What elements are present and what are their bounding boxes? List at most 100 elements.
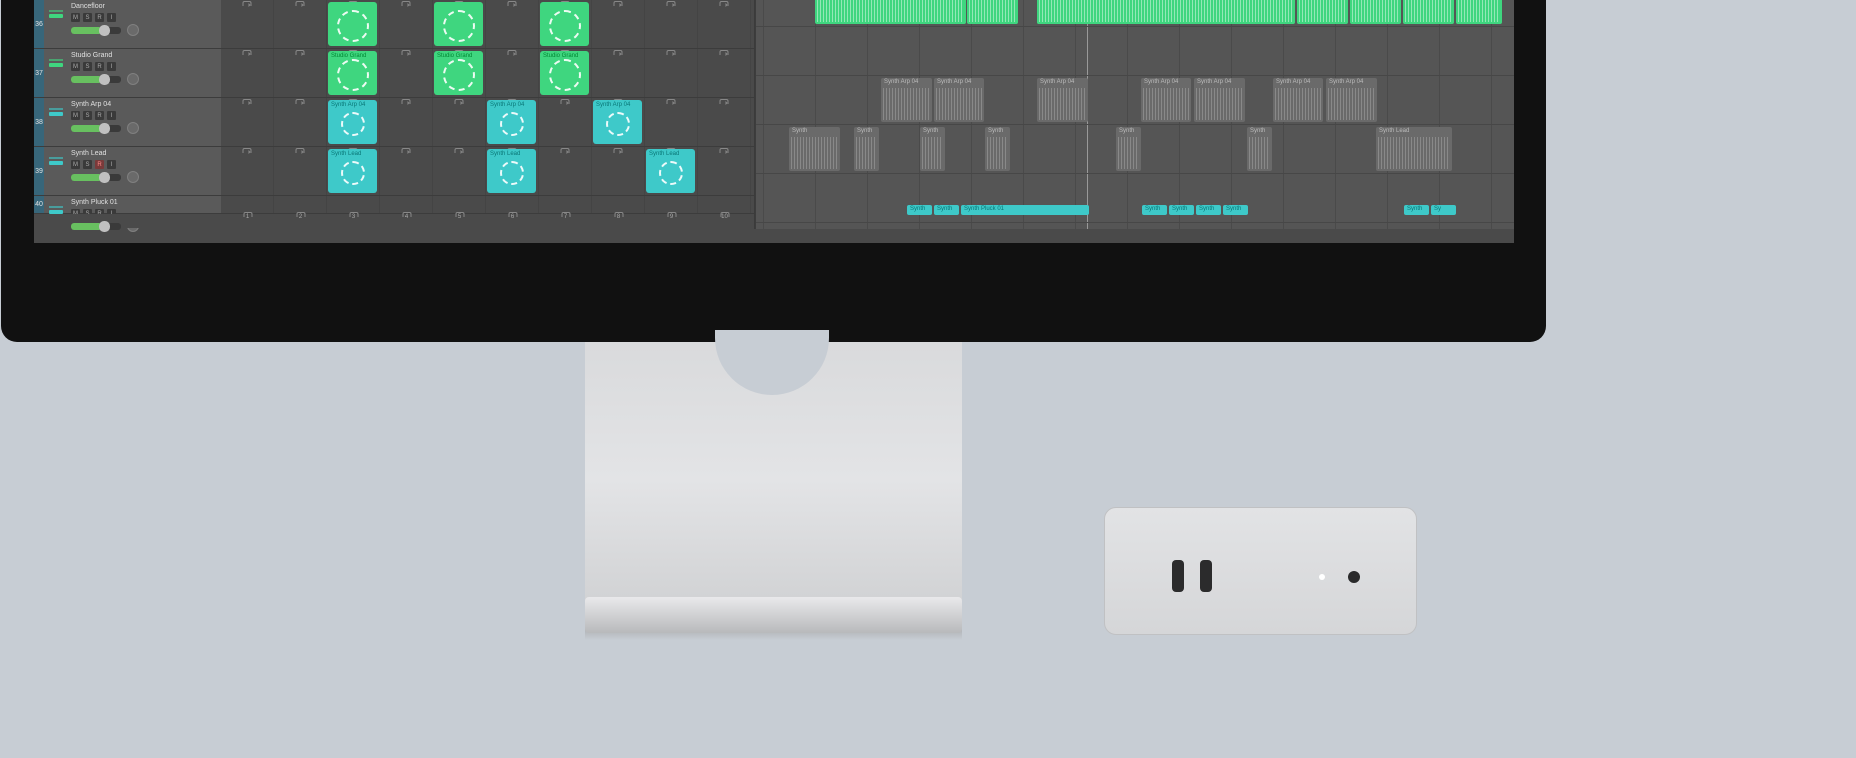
audio-clip[interactable] bbox=[1037, 0, 1295, 24]
audio-clip[interactable]: Synth bbox=[907, 205, 932, 215]
arrange-row[interactable] bbox=[756, 27, 1514, 76]
audio-clip[interactable]: Synth Arp 04 bbox=[1037, 78, 1088, 122]
timeline-cell[interactable] bbox=[274, 0, 327, 48]
loop-icon[interactable] bbox=[720, 1, 729, 6]
loop-icon[interactable] bbox=[243, 99, 252, 104]
ruler-number[interactable]: 4 bbox=[380, 214, 433, 228]
track-r-button[interactable]: R bbox=[95, 160, 104, 169]
ruler-number[interactable]: 1 bbox=[221, 214, 274, 228]
ruler-number[interactable]: 9 bbox=[645, 214, 698, 228]
track-s-button[interactable]: S bbox=[83, 62, 92, 71]
loop-icon[interactable] bbox=[667, 1, 676, 6]
timeline-cell[interactable] bbox=[380, 196, 433, 213]
ruler-number[interactable]: 6 bbox=[486, 214, 539, 228]
audio-clip[interactable]: Synth bbox=[920, 127, 945, 171]
audio-clip[interactable]: Synth Arp 04 bbox=[1326, 78, 1377, 122]
loop-icon[interactable] bbox=[614, 148, 623, 153]
loop-icon[interactable] bbox=[561, 148, 570, 153]
track-m-button[interactable]: M bbox=[71, 13, 80, 22]
timeline-cell[interactable] bbox=[380, 0, 433, 48]
track-i-button[interactable]: I bbox=[107, 160, 116, 169]
timeline-cell[interactable]: Studio Grand bbox=[433, 49, 486, 97]
audio-clip[interactable]: Synth bbox=[789, 127, 840, 171]
ruler-number[interactable]: 7 bbox=[539, 214, 592, 228]
loop-icon[interactable] bbox=[296, 50, 305, 55]
audio-clip[interactable]: Synth Pluck 01 bbox=[961, 205, 1089, 215]
timeline-cell[interactable] bbox=[592, 0, 645, 48]
ruler-number[interactable]: 8 bbox=[592, 214, 645, 228]
timeline-cell[interactable] bbox=[698, 0, 751, 48]
timeline-cell[interactable]: Synth Lead bbox=[645, 147, 698, 195]
timeline-cell[interactable]: Synth Arp 04 bbox=[592, 98, 645, 146]
timeline-cell[interactable] bbox=[698, 98, 751, 146]
track-r-button[interactable]: R bbox=[95, 62, 104, 71]
region-clip[interactable]: Synth Arp 04 bbox=[593, 100, 642, 144]
timeline-cell[interactable] bbox=[645, 49, 698, 97]
loop-icon[interactable] bbox=[402, 50, 411, 55]
timeline-cell[interactable] bbox=[274, 98, 327, 146]
timeline-cell[interactable] bbox=[539, 0, 592, 48]
audio-clip[interactable] bbox=[967, 0, 1018, 24]
timeline-cell[interactable] bbox=[433, 0, 486, 48]
region-clip[interactable]: Studio Grand bbox=[540, 51, 589, 95]
audio-clip[interactable]: Synth Arp 04 bbox=[1273, 78, 1323, 122]
volume-slider[interactable] bbox=[71, 125, 121, 132]
audio-clip[interactable] bbox=[1297, 0, 1348, 24]
region-clip[interactable]: Synth Lead bbox=[328, 149, 377, 193]
track-header[interactable]: Studio GrandMSRI bbox=[44, 49, 221, 97]
timeline-cell[interactable] bbox=[698, 49, 751, 97]
loop-icon[interactable] bbox=[508, 1, 517, 6]
audio-clip[interactable]: Synth Lead bbox=[1376, 127, 1452, 171]
loop-icon[interactable] bbox=[561, 99, 570, 104]
loop-icon[interactable] bbox=[402, 1, 411, 6]
timeline-cell[interactable] bbox=[486, 196, 539, 213]
loop-icon[interactable] bbox=[720, 99, 729, 104]
timeline-cell[interactable] bbox=[698, 196, 751, 213]
volume-slider[interactable] bbox=[71, 27, 121, 34]
timeline-cell[interactable] bbox=[433, 147, 486, 195]
volume-slider[interactable] bbox=[71, 76, 121, 83]
loop-icon[interactable] bbox=[720, 50, 729, 55]
pan-knob[interactable] bbox=[127, 122, 139, 134]
timeline-cell[interactable] bbox=[274, 49, 327, 97]
timeline-cell[interactable] bbox=[592, 49, 645, 97]
arrange-panel[interactable]: Synth Arp 04Synth Arp 04Synth Arp 04Synt… bbox=[756, 0, 1514, 229]
timeline-cell[interactable] bbox=[433, 98, 486, 146]
loop-icon[interactable] bbox=[455, 148, 464, 153]
timeline-cell[interactable] bbox=[327, 0, 380, 48]
loop-icon[interactable] bbox=[296, 148, 305, 153]
timeline-cell[interactable]: Synth Lead bbox=[327, 147, 380, 195]
volume-slider[interactable] bbox=[71, 223, 121, 230]
track-header[interactable]: Synth Arp 04MSRI bbox=[44, 98, 221, 146]
track-header[interactable]: Synth LeadMSRI bbox=[44, 147, 221, 195]
timeline-cell[interactable] bbox=[327, 196, 380, 213]
timeline-cell[interactable]: Synth Arp 04 bbox=[486, 98, 539, 146]
ruler-number[interactable]: 2 bbox=[274, 214, 327, 228]
pan-knob[interactable] bbox=[127, 171, 139, 183]
ruler-number[interactable]: 5 bbox=[433, 214, 486, 228]
audio-clip[interactable]: Synth bbox=[1142, 205, 1167, 215]
loop-icon[interactable] bbox=[243, 148, 252, 153]
timeline-cell[interactable] bbox=[274, 147, 327, 195]
loop-icon[interactable] bbox=[667, 99, 676, 104]
timeline-cell[interactable] bbox=[645, 98, 698, 146]
region-clip[interactable] bbox=[434, 2, 483, 46]
audio-clip[interactable] bbox=[815, 0, 966, 24]
timeline-cell[interactable] bbox=[380, 147, 433, 195]
loop-icon[interactable] bbox=[296, 99, 305, 104]
timeline-cell[interactable] bbox=[539, 98, 592, 146]
timeline-cell[interactable]: Synth Arp 04 bbox=[327, 98, 380, 146]
pan-knob[interactable] bbox=[127, 73, 139, 85]
track-i-button[interactable]: I bbox=[107, 62, 116, 71]
region-clip[interactable]: Studio Grand bbox=[328, 51, 377, 95]
audio-clip[interactable] bbox=[1403, 0, 1454, 24]
loop-icon[interactable] bbox=[508, 50, 517, 55]
region-clip[interactable] bbox=[540, 2, 589, 46]
region-clip[interactable]: Studio Grand bbox=[434, 51, 483, 95]
audio-clip[interactable]: Synth Arp 04 bbox=[881, 78, 932, 122]
timeline-cell[interactable] bbox=[433, 196, 486, 213]
region-clip[interactable]: Synth Arp 04 bbox=[328, 100, 377, 144]
loop-icon[interactable] bbox=[455, 99, 464, 104]
audio-clip[interactable] bbox=[1456, 0, 1502, 24]
timeline-cell[interactable] bbox=[645, 196, 698, 213]
